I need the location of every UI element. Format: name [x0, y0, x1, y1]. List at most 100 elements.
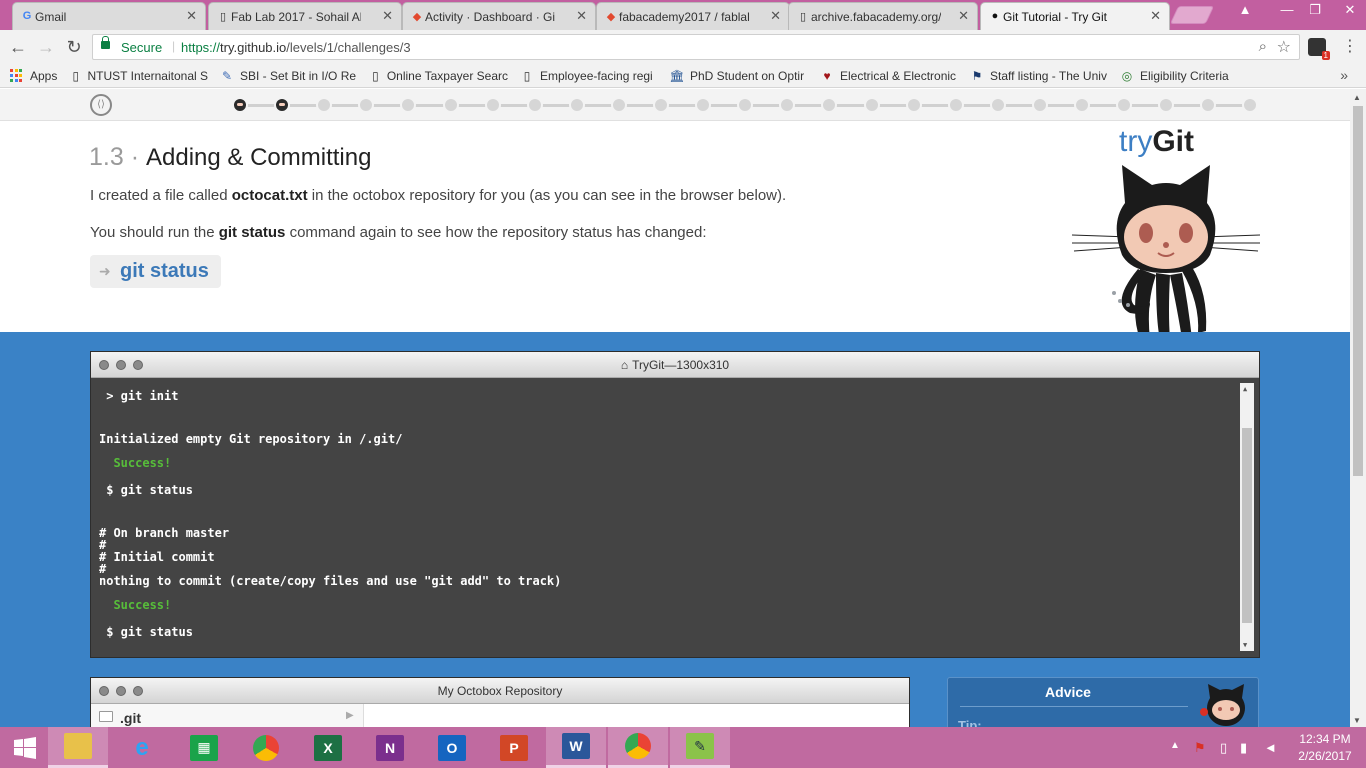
progress-step-dot[interactable] — [484, 97, 501, 113]
chevron-right-icon[interactable]: » — [1340, 67, 1348, 83]
profile-icon[interactable]: ▲ — [1230, 0, 1260, 20]
terminal-scrollbar[interactable]: ▲ ▼ — [1240, 383, 1254, 651]
chevron-right-icon[interactable]: ▶ — [346, 710, 354, 721]
close-window-button[interactable]: ✕ — [1335, 0, 1365, 20]
window-close-dot[interactable] — [99, 360, 109, 370]
progress-step-dot[interactable] — [274, 97, 291, 113]
close-icon[interactable]: ✕ — [770, 8, 781, 24]
close-icon[interactable]: ✕ — [576, 8, 587, 24]
taskbar-chrome-active[interactable] — [608, 727, 668, 768]
tab-fabacademy[interactable]: ◆ fabacademy2017 / fablab ✕ — [596, 2, 790, 30]
chevron-up-icon[interactable]: ▲ — [1170, 740, 1180, 751]
reload-button[interactable]: ↻ — [64, 37, 84, 57]
progress-step-dot[interactable] — [316, 97, 333, 113]
progress-step-dot[interactable] — [1031, 97, 1048, 113]
taskbar-outlook[interactable]: O — [422, 727, 482, 768]
tab-archive[interactable]: ▯ archive.fabacademy.org/ ✕ — [788, 2, 978, 30]
star-icon[interactable]: ☆ — [1277, 37, 1291, 57]
taskbar-internet-explorer[interactable]: e — [112, 727, 172, 768]
taskbar-chrome[interactable] — [236, 727, 296, 768]
tab-activity-dashboard[interactable]: ◆ Activity · Dashboard · Git ✕ — [402, 2, 596, 30]
scroll-up-icon[interactable]: ▲ — [1243, 385, 1247, 393]
progress-step-dot[interactable] — [653, 97, 669, 113]
progress-step-dot[interactable] — [610, 97, 627, 113]
taskbar-file-explorer[interactable] — [48, 727, 108, 768]
window-minimize-dot[interactable] — [116, 360, 126, 370]
bookmark-taxpayer[interactable]: ▯ Online Taxpayer Searc — [370, 67, 508, 85]
taskbar-powerpoint[interactable]: P — [484, 727, 544, 768]
scrollbar-thumb[interactable] — [1353, 106, 1363, 476]
progress-step-dot[interactable] — [1158, 97, 1175, 113]
battery-icon[interactable]: ▯ — [1220, 740, 1227, 756]
bookmark-employee[interactable]: ▯ Employee-facing regi — [520, 67, 658, 85]
progress-step-dot[interactable] — [737, 97, 754, 113]
network-icon[interactable]: ▮ — [1240, 740, 1247, 756]
window-zoom-dot[interactable] — [133, 360, 143, 370]
progress-step-dot[interactable] — [400, 97, 417, 113]
progress-step-dot[interactable] — [695, 97, 712, 113]
bookmark-phd[interactable]: 🏛 PhD Student on Optir — [670, 67, 808, 85]
clock-date[interactable]: 2/26/2017 — [1290, 749, 1360, 763]
bookmark-eligibility[interactable]: ◎ Eligibility Criteria — [1120, 67, 1260, 85]
terminal-output[interactable]: > git init Initialized empty Git reposit… — [91, 378, 1259, 656]
bookmark-electrical[interactable]: ♥ Electrical & Electronic — [820, 67, 958, 85]
window-minimize-dot[interactable] — [116, 686, 126, 696]
taskbar-onenote[interactable]: N — [360, 727, 420, 768]
progress-step-dot[interactable] — [989, 97, 1006, 113]
window-zoom-dot[interactable] — [133, 686, 143, 696]
progress-step-dot[interactable] — [779, 97, 796, 113]
progress-step-dot[interactable] — [905, 97, 922, 113]
progress-step-dot[interactable] — [1200, 97, 1217, 113]
taskbar-store[interactable]: ▦ — [174, 727, 234, 768]
scroll-down-icon[interactable]: ▼ — [1243, 641, 1247, 649]
close-icon[interactable]: ✕ — [186, 8, 197, 24]
taskbar-word[interactable]: W — [546, 727, 606, 768]
command-suggestion-button[interactable]: ➜ git status — [90, 255, 221, 288]
scroll-down-icon[interactable]: ▼ — [1353, 716, 1361, 725]
terminal-prompt[interactable]: $ git status — [99, 625, 193, 639]
start-button[interactable] — [0, 727, 50, 768]
progress-step-dot[interactable] — [1116, 97, 1133, 113]
home-icon[interactable]: ⟨⟩ — [90, 94, 112, 116]
scroll-up-icon[interactable]: ▲ — [1353, 93, 1361, 102]
address-bar[interactable]: Secure | https://try.github.io/levels/1/… — [92, 34, 1300, 60]
folder-name[interactable]: .git — [120, 710, 141, 726]
progress-step-dot[interactable] — [568, 97, 585, 113]
bookmark-apps[interactable]: Apps — [10, 67, 57, 85]
progress-step-dot[interactable] — [442, 97, 459, 113]
close-icon[interactable]: ✕ — [958, 8, 969, 24]
extension-icon[interactable]: 1 — [1308, 38, 1330, 60]
progress-step-dot[interactable] — [526, 97, 543, 113]
window-close-dot[interactable] — [99, 686, 109, 696]
page-scrollbar[interactable]: ▲ ▼ — [1350, 89, 1366, 727]
forward-button[interactable]: → — [36, 37, 56, 57]
progress-step-dot[interactable] — [232, 97, 248, 113]
flag-icon[interactable]: ⚑ — [1194, 740, 1206, 756]
maximize-button[interactable]: ❐ — [1300, 0, 1330, 20]
new-tab-button[interactable] — [1169, 6, 1215, 24]
bookmark-staff[interactable]: ⚑ Staff listing - The Univ — [970, 67, 1108, 85]
url-text[interactable]: https://try.github.io/levels/1/challenge… — [181, 40, 411, 55]
progress-step-dot[interactable] — [947, 97, 964, 113]
back-button[interactable]: ← — [8, 37, 28, 57]
tab-fab-lab[interactable]: ▯ Fab Lab 2017 - Sohail Ah ✕ — [208, 2, 402, 30]
minimize-button[interactable]: — — [1272, 0, 1302, 20]
close-icon[interactable]: ✕ — [1150, 8, 1161, 24]
tab-try-git[interactable]: ● Git Tutorial - Try Git ✕ — [980, 2, 1170, 30]
taskbar-project[interactable]: ✎ — [670, 727, 730, 768]
menu-icon[interactable]: ⋮ — [1340, 37, 1360, 57]
progress-step-dot[interactable] — [358, 97, 375, 113]
progress-step-dot[interactable] — [863, 97, 880, 113]
scrollbar-thumb[interactable] — [1242, 428, 1252, 623]
progress-step-dot[interactable] — [1242, 97, 1259, 113]
volume-icon[interactable]: ◄ — [1264, 740, 1277, 755]
bookmark-sbi[interactable]: ✎ SBI - Set Bit in I/O Re — [220, 67, 358, 85]
bookmark-ntust[interactable]: ▯ NTUST Internaitonal S — [70, 67, 208, 85]
progress-step-dot[interactable] — [821, 97, 838, 113]
tab-gmail[interactable]: G Gmail ✕ — [12, 2, 206, 30]
progress-step-dot[interactable] — [1074, 97, 1090, 113]
taskbar-excel[interactable]: X — [298, 727, 358, 768]
close-icon[interactable]: ✕ — [382, 8, 393, 24]
clock-time[interactable]: 12:34 PM — [1290, 732, 1360, 746]
zoom-icon[interactable]: ⌕ — [1259, 38, 1267, 55]
